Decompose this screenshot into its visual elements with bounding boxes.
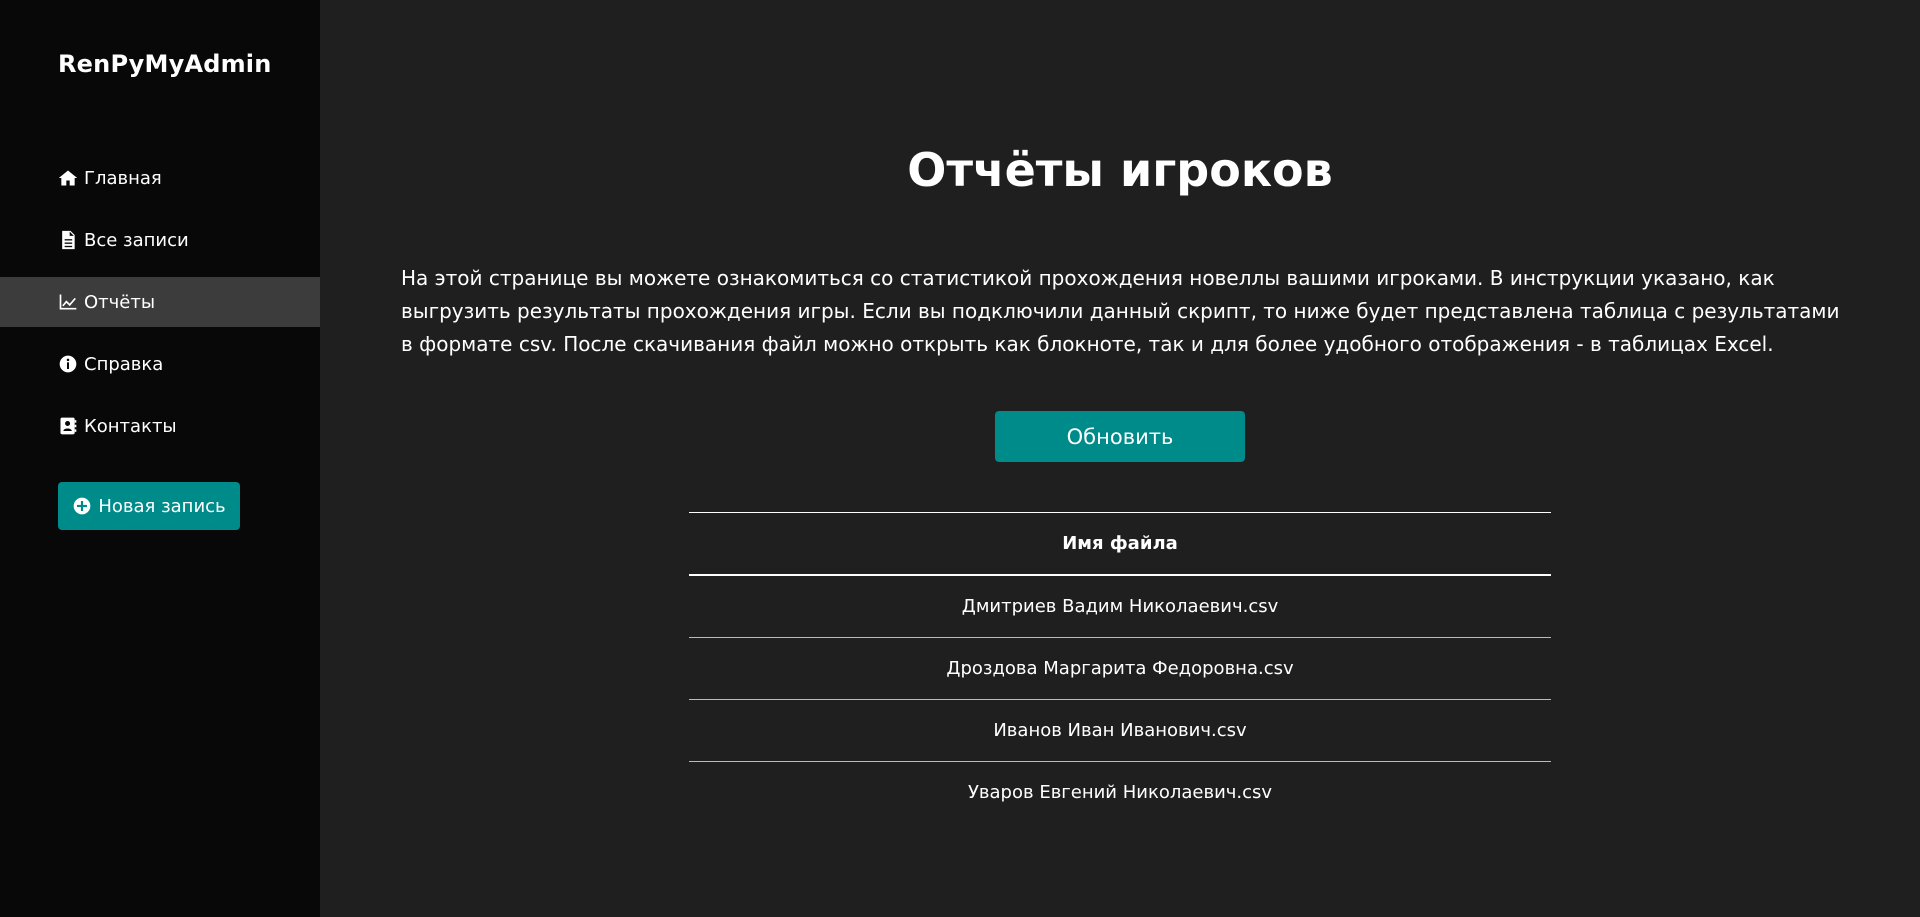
table-row: Уваров Евгений Николаевич.csv (689, 762, 1551, 824)
sidebar-item-all-records[interactable]: Все записи (0, 215, 320, 265)
file-name-cell[interactable]: Дроздова Маргарита Федоровна.csv (689, 638, 1551, 700)
sidebar-item-help[interactable]: Справка (0, 339, 320, 389)
file-name-cell[interactable]: Иванов Иван Иванович.csv (689, 700, 1551, 762)
page-title: Отчёты игроков (907, 143, 1333, 197)
chart-line-icon (58, 292, 78, 312)
address-book-icon (58, 416, 78, 436)
intro-text: На этой странице вы можете ознакомиться … (401, 266, 1840, 356)
table-row: Дроздова Маргарита Федоровна.csv (689, 638, 1551, 700)
refresh-button[interactable]: Обновить (995, 411, 1245, 462)
sidebar-item-reports[interactable]: Отчёты (0, 277, 320, 327)
table-header-row: Имя файла (689, 512, 1551, 575)
plus-circle-icon (72, 496, 92, 516)
column-header-filename: Имя файла (1062, 533, 1178, 554)
table-row: Иванов Иван Иванович.csv (689, 700, 1551, 762)
sidebar-item-label: Контакты (84, 415, 177, 437)
main-content: Отчёты игроков На этой странице вы может… (320, 0, 1920, 917)
sidebar-item-label: Справка (84, 353, 164, 375)
table-row: Дмитриев Вадим Николаевич.csv (689, 575, 1551, 638)
sidebar-item-home[interactable]: Главная (0, 153, 320, 203)
app: RenPyMyAdmin Главная Все записи Отчёты С… (0, 0, 1920, 917)
sidebar-item-label: Главная (84, 167, 162, 189)
home-icon (58, 168, 78, 188)
sidebar-item-contacts[interactable]: Контакты (0, 401, 320, 451)
sidebar-item-label: Все записи (84, 229, 189, 251)
file-name-cell[interactable]: Уваров Евгений Николаевич.csv (689, 762, 1551, 824)
sidebar-nav: Главная Все записи Отчёты Справка Контак… (0, 153, 320, 463)
new-entry-label: Новая запись (98, 495, 226, 517)
file-icon (58, 230, 78, 250)
sidebar: RenPyMyAdmin Главная Все записи Отчёты С… (0, 0, 320, 917)
files-table: Имя файла Дмитриев Вадим Николаевич.csv … (689, 512, 1551, 823)
info-circle-icon (58, 354, 78, 374)
sidebar-item-label: Отчёты (84, 291, 156, 313)
brand-logo[interactable]: RenPyMyAdmin (58, 50, 272, 78)
file-name-cell[interactable]: Дмитриев Вадим Николаевич.csv (689, 575, 1551, 638)
new-entry-button[interactable]: Новая запись (58, 482, 240, 530)
